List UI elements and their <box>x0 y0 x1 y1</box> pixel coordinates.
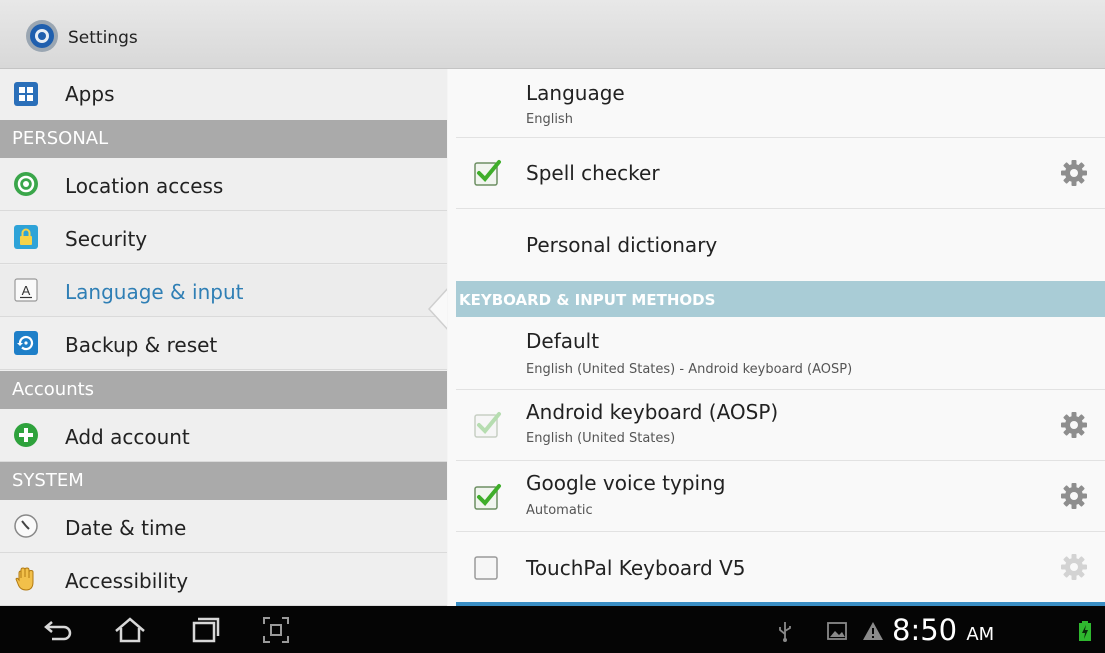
section-header-label: Accounts <box>12 379 95 400</box>
spell-checker-setting[interactable]: Spell checker <box>456 138 1105 209</box>
setting-title: Personal dictionary <box>526 233 718 257</box>
action-bar: Settings <box>0 0 1105 69</box>
sidebar-item-label: Location access <box>65 174 224 198</box>
section-header-system: SYSTEM <box>0 462 447 500</box>
app-title: Settings <box>68 28 138 48</box>
status-clock: 8:50 AM <box>892 613 994 647</box>
touchpal-keyboard-setting[interactable]: TouchPal Keyboard V5 <box>456 532 1105 602</box>
location-icon <box>14 172 38 196</box>
sidebar-item-label: Apps <box>65 82 115 106</box>
sidebar-item-label: Language & input <box>65 280 244 304</box>
clock-time: 8:50 <box>892 613 958 647</box>
image-notification-icon <box>827 622 847 640</box>
sidebar-item-apps[interactable]: Apps <box>0 69 447 121</box>
hand-icon <box>15 567 34 591</box>
touchpal-settings-gear-icon <box>1061 554 1087 580</box>
setting-summary: Automatic <box>526 503 593 518</box>
apps-icon <box>14 82 38 106</box>
setting-title: Google voice typing <box>526 471 726 495</box>
keyboard-input-methods-header: KEYBOARD & INPUT METHODS <box>456 281 1105 317</box>
android-keyboard-checkbox[interactable] <box>472 410 502 440</box>
spell-checker-settings-gear-icon[interactable] <box>1059 158 1089 188</box>
home-button-icon[interactable] <box>110 614 150 646</box>
setting-summary: English <box>526 112 573 127</box>
back-button-icon[interactable] <box>38 614 78 646</box>
language-input-pane: Language English Spell checker Personal … <box>448 69 1105 606</box>
clock-icon <box>14 514 38 538</box>
battery-charging-icon <box>1079 621 1091 641</box>
selection-caret-icon <box>427 288 447 330</box>
android-keyboard-settings-gear-icon[interactable] <box>1059 410 1089 440</box>
warning-icon <box>863 622 883 640</box>
android-keyboard-setting[interactable]: Android keyboard (AOSP) English (United … <box>456 390 1105 461</box>
google-voice-typing-setting[interactable]: Google voice typing Automatic <box>456 461 1105 532</box>
sidebar-item-security[interactable]: Security <box>0 212 447 264</box>
setting-title: TouchPal Keyboard V5 <box>526 556 746 580</box>
section-header-label: PERSONAL <box>12 128 109 149</box>
spell-checker-checkbox[interactable] <box>472 158 502 188</box>
setting-title: Spell checker <box>526 161 660 185</box>
setting-title: Android keyboard (AOSP) <box>526 400 779 424</box>
system-bar: 8:50 AM <box>0 606 1105 653</box>
usb-icon <box>779 622 791 642</box>
keyboard-letter-icon: A <box>14 278 38 302</box>
recent-apps-button-icon[interactable] <box>184 614 224 646</box>
sidebar-item-label: Security <box>65 227 148 251</box>
language-setting[interactable]: Language English <box>456 69 1105 138</box>
section-header-accounts: Accounts <box>0 371 447 409</box>
sidebar-item-label: Backup & reset <box>65 333 218 357</box>
sidebar-item-backup-reset[interactable]: Backup & reset <box>0 318 447 370</box>
sidebar-item-label: Accessibility <box>65 569 189 593</box>
sidebar-item-location-access[interactable]: Location access <box>0 159 447 211</box>
settings-app-icon[interactable] <box>24 18 60 54</box>
add-icon <box>14 423 38 447</box>
default-keyboard-setting[interactable]: Default English (United States) - Androi… <box>456 317 1105 390</box>
backup-icon <box>14 331 38 355</box>
section-header-personal: PERSONAL <box>0 120 447 158</box>
sidebar-item-accessibility[interactable]: Accessibility <box>0 554 447 606</box>
setting-summary: English (United States) - Android keyboa… <box>526 362 853 377</box>
clock-ampm: AM <box>966 624 995 645</box>
settings-categories-pane: Apps PERSONAL Location access Security A… <box>0 69 447 606</box>
svg-text:A: A <box>22 283 31 298</box>
sidebar-item-language-input[interactable]: A Language & input <box>0 265 447 317</box>
sidebar-item-add-account[interactable]: Add account <box>0 410 447 462</box>
setting-summary: English (United States) <box>526 431 676 446</box>
lock-icon <box>14 225 38 249</box>
touchpal-keyboard-checkbox[interactable] <box>472 552 502 582</box>
setting-title: Language <box>526 81 625 105</box>
sidebar-item-label: Add account <box>65 425 190 449</box>
sidebar-item-date-time[interactable]: Date & time <box>0 501 447 553</box>
screenshot-button-icon[interactable] <box>256 614 296 646</box>
setting-title: Default <box>526 329 600 353</box>
section-header-label: KEYBOARD & INPUT METHODS <box>459 291 716 309</box>
google-voice-typing-checkbox[interactable] <box>472 482 502 512</box>
sidebar-item-label: Date & time <box>65 516 187 540</box>
personal-dictionary-setting[interactable]: Personal dictionary <box>456 209 1105 281</box>
google-voice-typing-settings-gear-icon[interactable] <box>1059 481 1089 511</box>
section-header-label: SYSTEM <box>12 470 84 491</box>
